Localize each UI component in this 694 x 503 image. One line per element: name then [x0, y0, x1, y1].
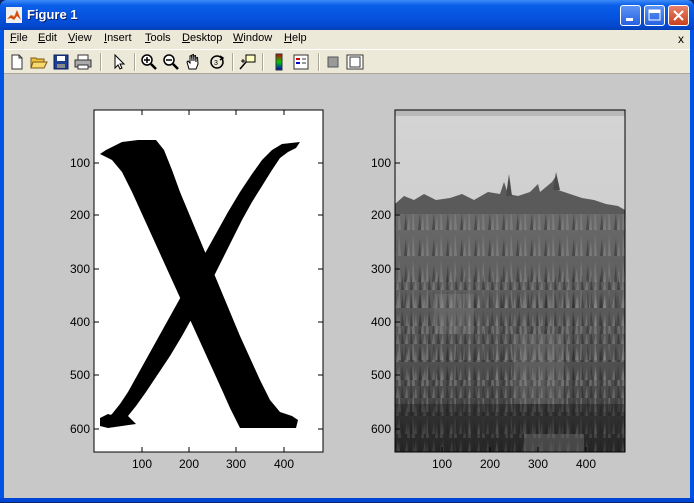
menu-bar: File Edit View Insert Tools Desktop Wind…: [4, 30, 690, 49]
y-tick-label: 300: [371, 262, 391, 276]
pan-hand-icon[interactable]: [184, 53, 202, 71]
window-bottom-border: [0, 498, 694, 502]
y-tick-label: 500: [371, 368, 391, 382]
y-tick-label: 400: [371, 315, 391, 329]
figure-svg: 100 200 300 400 100 200 300 400 500 600: [70, 109, 626, 471]
y-tick-label: 500: [70, 368, 90, 382]
menu-file[interactable]: File: [10, 32, 28, 44]
toolbar-separator: [232, 53, 234, 71]
y-tick-label: 300: [70, 262, 90, 276]
window-client: File Edit View Insert Tools Desktop Wind…: [4, 30, 690, 498]
menu-window[interactable]: Window: [233, 32, 272, 44]
minimize-icon: [626, 18, 633, 21]
x-tick-label: 200: [480, 457, 500, 471]
x-tick-label: 100: [432, 457, 452, 471]
x-tick-label: 100: [132, 457, 152, 471]
y-tick-label: 600: [371, 422, 391, 436]
y-tick-label: 100: [70, 156, 90, 170]
x-tick-label: 400: [274, 457, 294, 471]
y-tick-label: 600: [70, 422, 90, 436]
x-tick-label: 300: [226, 457, 246, 471]
hide-plot-tools-icon[interactable]: [324, 53, 342, 71]
menu-insert[interactable]: Insert: [104, 32, 132, 44]
maximize-button[interactable]: [644, 5, 665, 26]
menu-help[interactable]: Help: [284, 32, 307, 44]
open-file-icon[interactable]: [30, 53, 48, 71]
print-icon[interactable]: [74, 53, 92, 71]
close-button[interactable]: [668, 5, 689, 26]
maximize-icon: [648, 9, 661, 21]
save-icon[interactable]: [52, 53, 70, 71]
toolbar-separator: [134, 53, 136, 71]
right-axes[interactable]: 100 200 300 400 100 200 300 400 500 600: [371, 109, 626, 471]
x-tick-label: 200: [179, 457, 199, 471]
y-tick-label: 100: [371, 156, 391, 170]
show-plot-tools-icon[interactable]: [346, 53, 364, 71]
rotate-3d-icon[interactable]: 3: [208, 53, 226, 71]
menu-desktop[interactable]: Desktop: [182, 32, 222, 44]
matlab-icon: [6, 7, 22, 23]
colorbar-icon[interactable]: [270, 53, 288, 71]
y-tick-label: 400: [70, 315, 90, 329]
figure-toolbar: 3: [4, 49, 690, 74]
doc-close-icon[interactable]: x: [678, 32, 684, 46]
title-bar[interactable]: Figure 1: [0, 0, 694, 30]
svg-text:3: 3: [214, 60, 218, 67]
figure-canvas[interactable]: 100 200 300 400 100 200 300 400 500 600: [4, 74, 690, 498]
left-axes[interactable]: 100 200 300 400 100 200 300 400 500 600: [70, 109, 324, 471]
menu-view[interactable]: View: [68, 32, 92, 44]
menu-edit[interactable]: Edit: [38, 32, 57, 44]
x-tick-label: 400: [576, 457, 596, 471]
close-icon: [673, 10, 684, 21]
x-tick-label: 300: [528, 457, 548, 471]
zoom-out-icon[interactable]: [162, 53, 180, 71]
toolbar-separator: [318, 53, 320, 71]
legend-icon[interactable]: [292, 53, 310, 71]
figure-window: Figure 1 File Edit View Insert Tools Des…: [0, 0, 694, 502]
select-arrow-icon[interactable]: [110, 53, 128, 71]
y-tick-label: 200: [70, 208, 90, 222]
window-title: Figure 1: [27, 7, 78, 22]
y-tick-label: 200: [371, 208, 391, 222]
data-cursor-icon[interactable]: [238, 53, 256, 71]
zoom-in-icon[interactable]: [140, 53, 158, 71]
toolbar-separator: [100, 53, 102, 71]
new-figure-icon[interactable]: [8, 53, 26, 71]
toolbar-separator: [262, 53, 264, 71]
menu-tools[interactable]: Tools: [145, 32, 171, 44]
minimize-button[interactable]: [620, 5, 641, 26]
